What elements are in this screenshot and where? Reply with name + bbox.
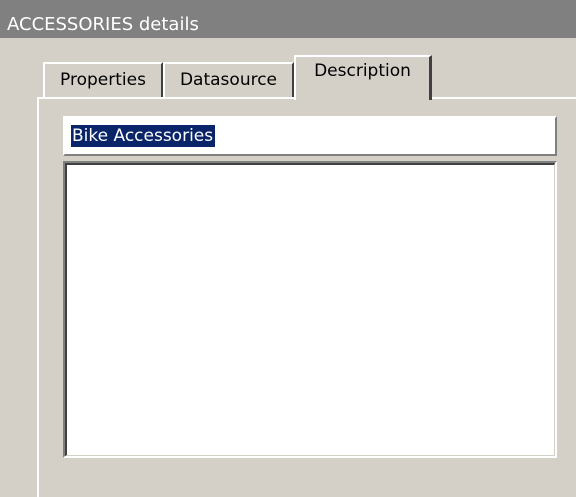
tab-description[interactable]: Description — [294, 55, 432, 100]
tab-datasource[interactable]: Datasource — [163, 62, 294, 97]
tab-properties[interactable]: Properties — [43, 62, 163, 97]
description-title-input[interactable]: Bike Accessories — [63, 116, 557, 156]
description-textarea[interactable] — [63, 161, 557, 458]
selected-title-text: Bike Accessories — [71, 125, 216, 147]
window-title: ACCESSORIES details — [0, 0, 576, 38]
description-textarea-inner — [65, 163, 555, 456]
